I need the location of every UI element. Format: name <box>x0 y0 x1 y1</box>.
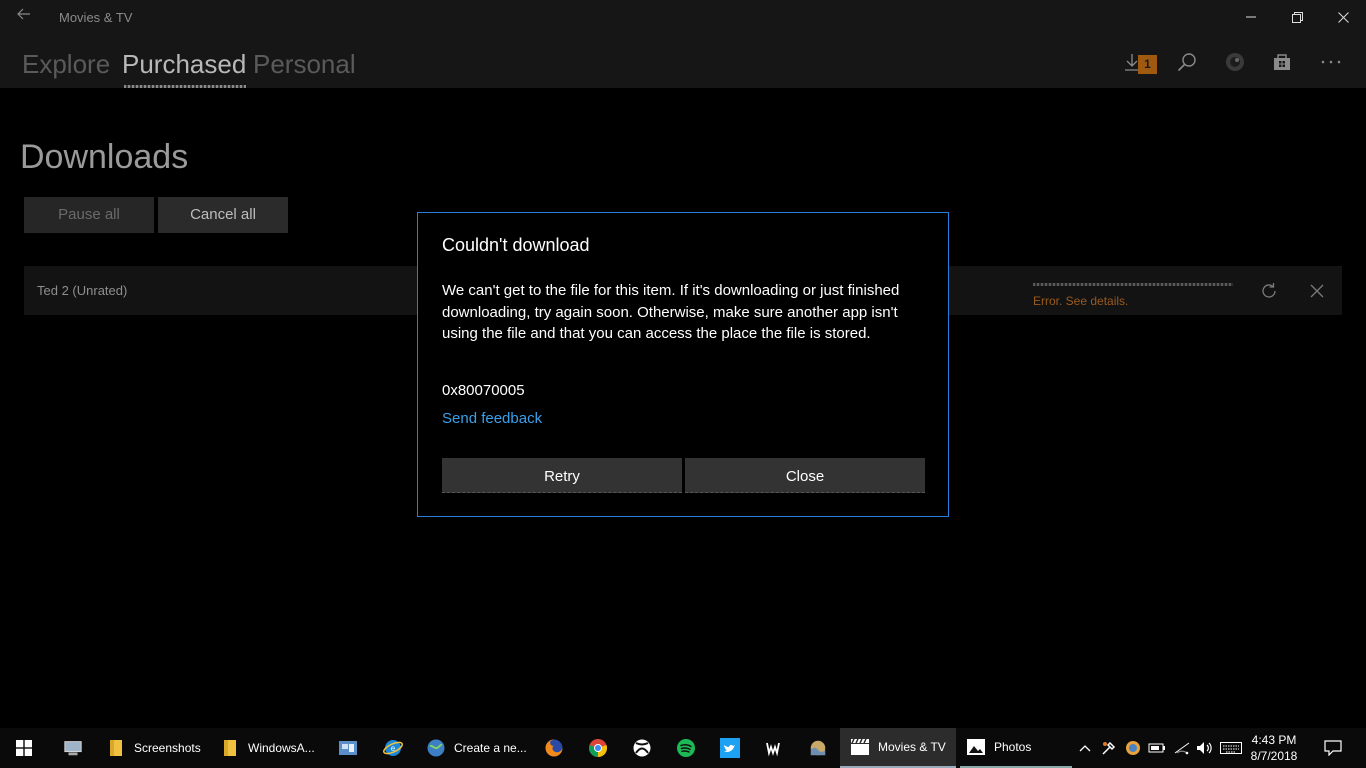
tab-personal[interactable]: Personal <box>253 49 356 80</box>
clock-date: 8/7/2018 <box>1250 749 1298 763</box>
download-error-text[interactable]: Error. See details. <box>1033 294 1128 308</box>
taskbar-app-chrome[interactable] <box>582 728 614 768</box>
account-avatar-icon[interactable] <box>1221 48 1249 76</box>
tab-personal-label: Personal <box>253 49 356 79</box>
restore-button[interactable] <box>1274 0 1320 34</box>
taskbar-app-spotify[interactable] <box>670 728 702 768</box>
firefox-icon <box>544 738 564 758</box>
battery-icon[interactable] <box>1146 728 1168 768</box>
svg-text:e: e <box>391 744 396 753</box>
tab-purchased[interactable]: Purchased <box>122 49 247 88</box>
taskbar-app-movies-tv[interactable]: Movies & TV <box>840 728 956 768</box>
dialog-message: We can't get to the file for this item. … <box>442 282 900 342</box>
cancel-download-icon[interactable] <box>1306 280 1328 302</box>
error-code: 0x80070005 <box>442 382 525 399</box>
cancel-all-button[interactable]: Cancel all <box>158 197 288 233</box>
weather-icon <box>808 738 828 758</box>
photos-icon <box>966 737 986 757</box>
taskbar-app-wwe[interactable] <box>758 728 790 768</box>
tray-tools-icon[interactable] <box>1098 728 1120 768</box>
taskbar-app-twitter[interactable] <box>714 728 746 768</box>
close-window-button[interactable] <box>1320 0 1366 34</box>
retry-button[interactable]: Retry <box>442 458 682 493</box>
minimize-button[interactable] <box>1228 0 1274 34</box>
back-arrow-icon[interactable] <box>14 7 34 27</box>
clock[interactable]: 4:43 PM 8/7/2018 <box>1244 732 1304 764</box>
wifi-icon[interactable] <box>1170 728 1194 768</box>
send-feedback-link[interactable]: Send feedback <box>442 410 542 427</box>
taskbar-app-control-panel[interactable] <box>332 728 364 768</box>
show-hidden-icons-chevron-icon[interactable] <box>1074 728 1096 768</box>
spotify-icon <box>676 738 696 758</box>
search-icon[interactable] <box>1173 48 1201 76</box>
folder-icon <box>106 738 126 758</box>
volume-icon[interactable] <box>1194 728 1216 768</box>
tab-explore-label: Explore <box>22 49 111 79</box>
movies-tv-window: Movies & TV Explore Purchased Personal 1 <box>0 0 1366 728</box>
title-bar: Movies & TV <box>0 0 1366 34</box>
taskbar-app-xbox[interactable] <box>626 728 658 768</box>
tray-app-icon[interactable] <box>1122 728 1144 768</box>
taskbar-label-windowsa: WindowsA... <box>248 741 315 755</box>
close-dialog-button[interactable]: Close <box>685 458 925 493</box>
clapperboard-icon <box>850 737 870 757</box>
download-count-badge: 1 <box>1138 55 1157 74</box>
window-title: Movies & TV <box>59 10 133 25</box>
taskbar: Screenshots WindowsA... e Create a ne... <box>0 728 1366 768</box>
xbox-icon <box>632 738 652 758</box>
nav-bar: Explore Purchased Personal 1 <box>0 34 1366 88</box>
taskbar-label-screenshots: Screenshots <box>134 741 201 755</box>
retry-download-icon[interactable] <box>1258 280 1280 302</box>
taskbar-app-ie[interactable]: e <box>376 728 410 768</box>
twitter-icon <box>720 738 740 758</box>
wwe-icon <box>764 738 784 758</box>
windows-logo-icon <box>14 738 34 758</box>
tab-purchased-label: Purchased <box>122 49 247 79</box>
taskbar-app-create-new[interactable]: Create a ne... <box>420 728 532 768</box>
taskbar-app-photos[interactable]: Photos <box>960 728 1072 768</box>
page-title: Downloads <box>20 138 189 176</box>
computer-icon <box>63 738 83 758</box>
keyboard-icon[interactable] <box>1218 728 1244 768</box>
chrome-icon <box>588 738 608 758</box>
taskbar-label-photos: Photos <box>994 740 1032 754</box>
store-bag-icon[interactable] <box>1268 48 1296 76</box>
control-panel-icon <box>338 738 358 758</box>
start-button[interactable] <box>0 728 48 768</box>
taskbar-app-firefox[interactable] <box>538 728 570 768</box>
more-options-icon[interactable] <box>1317 48 1345 76</box>
globe-icon <box>426 738 446 758</box>
taskbar-app-screenshots[interactable]: Screenshots <box>100 728 208 768</box>
taskbar-label-movies-tv: Movies & TV <box>878 740 946 754</box>
download-item-name: Ted 2 (Unrated) <box>37 283 128 298</box>
clock-time: 4:43 PM <box>1251 733 1297 747</box>
tab-explore[interactable]: Explore <box>22 49 110 80</box>
download-progress-bar <box>1033 283 1233 286</box>
taskbar-app-computer[interactable] <box>54 728 92 768</box>
tab-selected-indicator <box>124 85 247 88</box>
taskbar-app-windowsa[interactable]: WindowsA... <box>214 728 326 768</box>
internet-explorer-icon: e <box>383 738 403 758</box>
dialog-title: Couldn't download <box>442 235 590 255</box>
folder-icon <box>220 738 240 758</box>
pause-all-button[interactable]: Pause all <box>24 197 154 233</box>
taskbar-label-create-new: Create a ne... <box>454 741 527 755</box>
action-center-icon[interactable] <box>1318 728 1348 768</box>
error-dialog: Couldn't download We can't get to the fi… <box>417 212 949 517</box>
taskbar-app-weather[interactable] <box>802 728 834 768</box>
